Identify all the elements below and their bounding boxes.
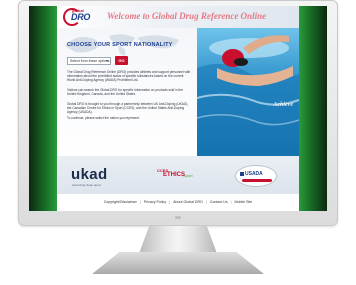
ukad-subtitle: protecting clean sport (72, 183, 101, 187)
continue-paragraph: To continue, please select the nation yo… (67, 116, 140, 120)
nationality-select-value: Select from these options (70, 59, 110, 63)
hero-tagline: Achieve (273, 102, 293, 108)
cces-tail-text: Sport (183, 173, 193, 178)
footer-links: Copyright/Disclaimer | Privacy Policy | … (57, 200, 299, 204)
go-button[interactable]: GO (115, 56, 128, 65)
nationality-panel: CHOOSE YOUR SPORT NATIONALITY Select fro… (57, 28, 197, 156)
main-content: CHOOSE YOUR SPORT NATIONALITY Select fro… (57, 28, 299, 156)
search-paragraph: Visitors can search the Global DRO for s… (67, 88, 183, 96)
footer-link-mobile[interactable]: Mobile Site (235, 200, 253, 204)
background-green-right (299, 6, 327, 211)
footer-separator: | (139, 200, 141, 204)
global-dro-logo[interactable]: global DRO (63, 8, 97, 26)
swimmer-hero-image: Achieve (197, 28, 299, 156)
cces-main-text: ETHICS (163, 172, 186, 178)
power-button-icon (175, 216, 181, 219)
swoosh-icon (242, 179, 272, 182)
footer-separator: | (230, 200, 232, 204)
footer-link-contact[interactable]: Contact Us (210, 200, 228, 204)
website: global DRO Welcome to Global Drug Refere… (57, 6, 299, 211)
site-header: global DRO Welcome to Global Drug Refere… (57, 6, 299, 28)
welcome-title: Welcome to Global Drug Reference Online (107, 11, 267, 21)
intro-paragraph: The Global Drug Reference Online (DRO) p… (67, 70, 191, 82)
monitor-stand-neck (139, 226, 217, 252)
cces-logo[interactable]: CCES ETHICS Sport (157, 168, 197, 182)
footer-separator: | (169, 200, 171, 204)
monitor-screen: global DRO Welcome to Global Drug Refere… (29, 6, 327, 211)
nationality-select[interactable]: Select from these options ▼ (67, 57, 111, 65)
usada-logo[interactable]: USADA (235, 165, 277, 187)
sponsor-band: ukad protecting clean sport CCES ETHICS … (57, 156, 299, 194)
swimmer-image (197, 35, 299, 156)
chevron-down-icon: ▼ (105, 59, 109, 63)
footer-link-copyright[interactable]: Copyright/Disclaimer (104, 200, 137, 204)
partnership-paragraph: Global DRO is brought to you through a p… (67, 102, 189, 114)
background-green-left (29, 6, 57, 211)
logo-brand-text: DRO (71, 12, 91, 22)
ukad-logo[interactable]: ukad (71, 166, 108, 183)
monitor-stand-base (92, 252, 264, 274)
usada-name: USADA (245, 171, 263, 177)
footer-link-about[interactable]: About Global DRO (173, 200, 203, 204)
monitor-mockup: global DRO Welcome to Global Drug Refere… (0, 0, 356, 285)
flag-icon (240, 172, 244, 176)
choose-nationality-heading: CHOOSE YOUR SPORT NATIONALITY (67, 42, 173, 48)
site-footer: Copyright/Disclaimer | Privacy Policy | … (57, 194, 299, 211)
footer-separator: | (205, 200, 207, 204)
footer-link-privacy[interactable]: Privacy Policy (144, 200, 166, 204)
